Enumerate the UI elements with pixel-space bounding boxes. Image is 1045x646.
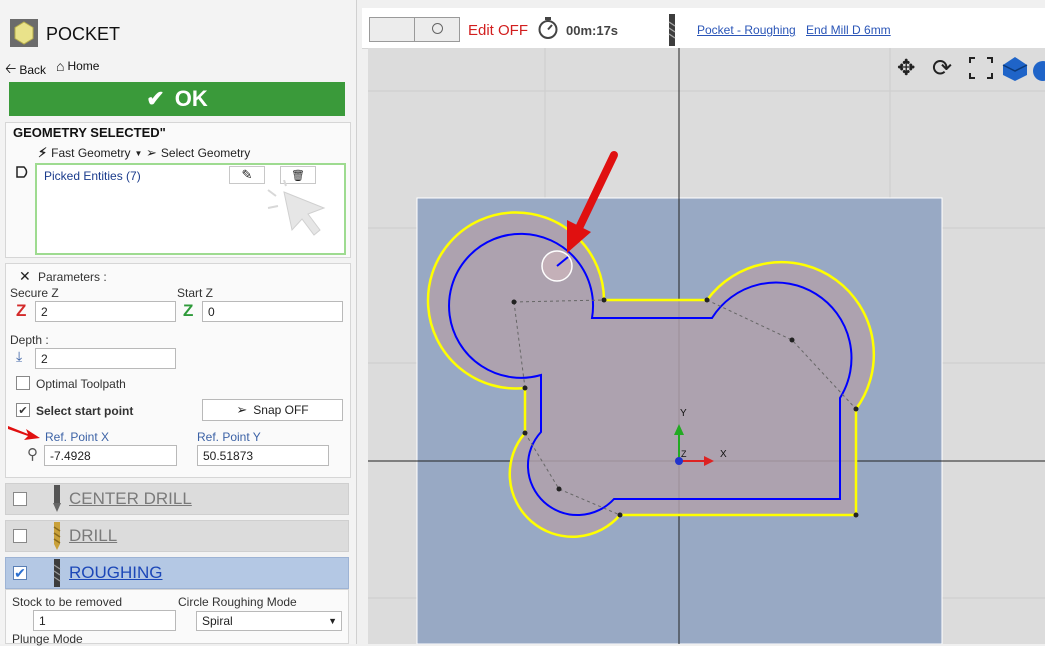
roughing-checkbox[interactable]: ✔ — [13, 564, 27, 581]
arrow-left-icon: 🡠 — [5, 60, 17, 76]
optimal-toolpath-label: Optimal Toolpath — [36, 377, 126, 391]
fast-geometry-button[interactable]: ⚡︎ Fast Geometry ▼ — [38, 145, 142, 161]
edit-button[interactable]: ✎ — [229, 166, 265, 184]
ref-x-input[interactable]: -7.4928 — [44, 445, 177, 466]
page-title: POCKET — [46, 24, 121, 44]
select-geometry-button[interactable]: ➢ Select Geometry — [146, 145, 250, 161]
snap-cursor-icon: ➢ — [236, 402, 248, 417]
check-icon: ✔ — [14, 564, 26, 581]
green-z-icon: Z — [183, 301, 194, 320]
left-panel: POCKET 🡠 Back ⌂ Home ✔ OK GEOMETRY SELEC… — [0, 0, 357, 646]
home-link[interactable]: ⌂ Home — [56, 58, 99, 74]
select-start-checkbox[interactable]: ✔ — [16, 403, 30, 417]
picked-entities-label: Picked Entities (7) — [44, 169, 141, 183]
roughing-label[interactable]: ROUGHING — [69, 563, 163, 583]
circle-mode-select[interactable]: Spiral ▼ — [196, 611, 342, 631]
red-z-icon: Z — [16, 301, 27, 320]
end-mill-icon — [53, 559, 61, 587]
center-drill-checkbox[interactable] — [13, 492, 27, 506]
cursor-hint-icon — [267, 180, 326, 236]
start-z-input[interactable]: 0 — [202, 301, 343, 322]
cursor-icon: ➢ — [146, 145, 157, 160]
back-link[interactable]: 🡠 Back — [5, 58, 46, 82]
pencil-icon: ✎ — [241, 167, 253, 182]
select-start-label: Select start point — [36, 404, 134, 418]
secure-z-label: Secure Z — [10, 286, 59, 300]
snap-label: Snap OFF — [253, 403, 309, 417]
depth-input[interactable]: 2 — [35, 348, 176, 369]
parameters-title: Parameters : — [38, 270, 107, 284]
stock-input[interactable]: 1 — [33, 610, 176, 631]
fast-geometry-label: Fast Geometry — [51, 146, 131, 160]
rotate-icon[interactable]: ⟳ — [932, 54, 952, 83]
edit-toggle[interactable] — [369, 17, 460, 42]
ok-label: OK — [174, 86, 208, 111]
cycle-time: 00m:17s — [566, 23, 619, 38]
ref-y-input[interactable]: 50.51873 — [197, 445, 329, 466]
start-z-label: Start Z — [177, 286, 214, 300]
toggle-knob-icon — [432, 23, 443, 34]
checkmark-icon: ✔ — [146, 86, 165, 111]
center-drill-icon — [53, 485, 61, 512]
location-pin-icon: ⚲ — [27, 446, 38, 463]
pan-icon[interactable]: ✥ — [897, 55, 915, 81]
tools-icon: ✕ — [19, 268, 31, 284]
toggle-divider — [414, 18, 415, 41]
circle-mode-label: Circle Roughing Mode — [178, 595, 297, 609]
check-icon: ✔ — [18, 404, 28, 417]
drill-label[interactable]: DRILL — [69, 526, 117, 546]
x-axis-label: X — [720, 449, 727, 460]
end-mill-tool-icon — [668, 14, 676, 46]
hexagon-icon — [10, 19, 38, 47]
circle-mode-value: Spiral — [202, 614, 233, 628]
ref-x-label: Ref. Point X — [45, 430, 110, 444]
lightning-icon: ⚡︎ — [38, 145, 48, 160]
tool-link[interactable]: End Mill D 6mm — [806, 23, 891, 37]
secure-z-input[interactable]: 2 — [35, 301, 176, 322]
ref-y-label: Ref. Point Y — [197, 430, 261, 444]
fit-view-icon[interactable] — [969, 57, 993, 79]
snap-button[interactable]: ➢ Snap OFF — [202, 399, 343, 421]
home-label: Home — [67, 59, 100, 73]
center-drill-label[interactable]: CENTER DRILL — [69, 489, 192, 509]
back-label: Back — [19, 63, 47, 77]
edit-status: Edit OFF — [468, 22, 529, 39]
stopwatch-icon — [538, 17, 558, 39]
depth-arrow-icon: ⤓ — [16, 348, 23, 364]
select-geometry-label: Select Geometry — [160, 146, 251, 160]
operation-link[interactable]: Pocket - Roughing — [697, 23, 796, 37]
optimal-toolpath-checkbox[interactable] — [16, 376, 30, 390]
geometry-title: GEOMETRY SELECTED" — [13, 125, 166, 140]
viewport-drawing: X Y Z — [368, 48, 1045, 644]
shape-icon — [16, 166, 28, 178]
drill-checkbox[interactable] — [13, 529, 27, 543]
drill-icon — [53, 522, 61, 550]
y-axis-label: Y — [680, 408, 687, 419]
dropdown-arrow-icon: ▼ — [134, 148, 143, 158]
z-axis-label: Z — [681, 449, 687, 459]
red-arrow-icon — [8, 426, 40, 440]
home-icon: ⌂ — [56, 58, 65, 74]
chevron-down-icon: ▼ — [328, 616, 337, 626]
ok-button[interactable]: ✔ OK — [9, 82, 345, 116]
view-cube-icon[interactable] — [1001, 53, 1045, 83]
stock-label: Stock to be removed — [12, 595, 123, 609]
viewport-canvas[interactable]: X Y Z ✥ ⟳ — [368, 48, 1045, 644]
depth-label: Depth : — [10, 333, 49, 347]
